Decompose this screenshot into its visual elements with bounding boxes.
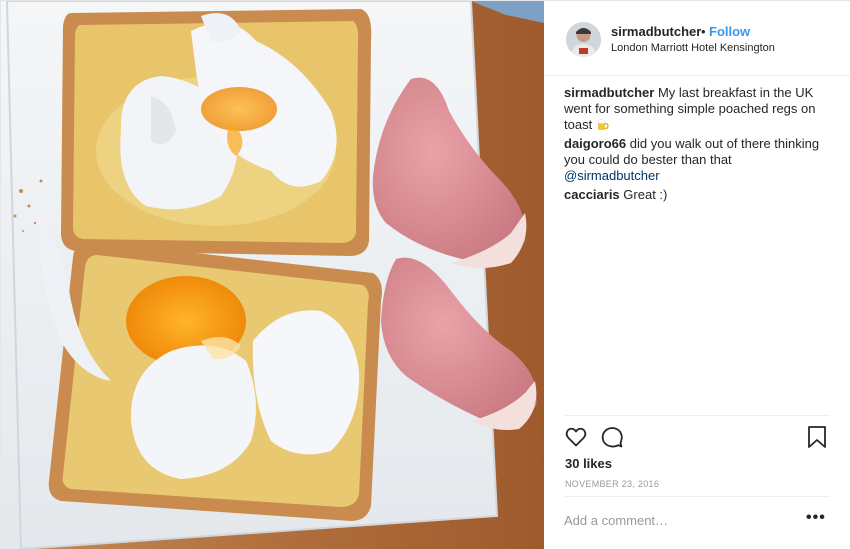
- like-button[interactable]: [564, 425, 588, 454]
- instagram-post: sirmadbutcher • Follow London Marriott H…: [0, 0, 850, 549]
- post-date[interactable]: NOVEMBER 23, 2016: [565, 479, 659, 489]
- comment-text: Great :): [623, 187, 668, 202]
- add-comment-input[interactable]: [564, 509, 794, 531]
- comment-button[interactable]: [600, 425, 624, 454]
- comment-item: daigoro66 did you walk out of there thin…: [564, 136, 829, 184]
- post-header: sirmadbutcher • Follow London Marriott H…: [544, 1, 850, 76]
- avatar[interactable]: [566, 22, 601, 57]
- comment-username[interactable]: sirmadbutcher: [564, 85, 654, 100]
- comments-list: sirmadbutcher My last breakfast in the U…: [564, 85, 829, 206]
- location-link[interactable]: London Marriott Hotel Kensington: [611, 42, 775, 54]
- actions-divider: [564, 415, 830, 416]
- more-options-button[interactable]: •••: [806, 510, 826, 526]
- beer-mug-icon: [597, 119, 609, 130]
- comment-box-divider: [564, 496, 830, 497]
- user-avatar-icon: [566, 22, 601, 57]
- breakfast-photo-illustration: [1, 1, 544, 549]
- post-photo[interactable]: [1, 1, 544, 549]
- likes-count[interactable]: 30 likes: [565, 456, 612, 471]
- save-button[interactable]: [806, 425, 828, 454]
- comment-username[interactable]: daigoro66: [564, 136, 626, 151]
- heart-icon: [565, 427, 587, 447]
- header-username[interactable]: sirmadbutcher: [611, 24, 701, 39]
- follow-button[interactable]: Follow: [709, 24, 750, 39]
- comment-icon: [601, 427, 623, 448]
- header-separator: •: [701, 24, 706, 39]
- bookmark-icon: [808, 426, 826, 448]
- comment-item: cacciaris Great :): [564, 187, 829, 203]
- comment-mention-link[interactable]: @sirmadbutcher: [564, 168, 660, 183]
- comment-item: sirmadbutcher My last breakfast in the U…: [564, 85, 829, 133]
- comment-username[interactable]: cacciaris: [564, 187, 620, 202]
- post-details-panel: sirmadbutcher • Follow London Marriott H…: [544, 1, 850, 549]
